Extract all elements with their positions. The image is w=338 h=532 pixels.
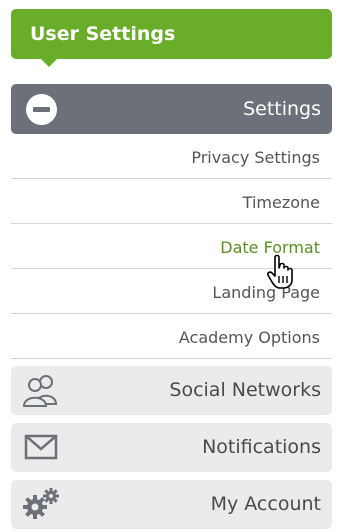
settings-section-toggle[interactable]: Settings <box>11 84 332 134</box>
section-label-social-networks: Social Networks <box>169 379 321 401</box>
settings-submenu: Privacy Settings Timezone Date Format La… <box>11 134 332 359</box>
header-title: User Settings <box>30 23 176 45</box>
users-icon <box>22 373 60 407</box>
section-notifications[interactable]: Notifications <box>11 423 332 472</box>
envelope-icon <box>22 430 60 464</box>
section-my-account[interactable]: My Account <box>11 480 332 529</box>
submenu-item-privacy-settings[interactable]: Privacy Settings <box>11 134 332 179</box>
user-settings-header: User Settings <box>11 9 332 59</box>
header-pointer <box>40 58 58 67</box>
section-label-notifications: Notifications <box>202 436 321 458</box>
settings-label: Settings <box>243 98 321 120</box>
collapse-minus-icon[interactable] <box>26 94 57 125</box>
section-label-my-account: My Account <box>210 493 321 515</box>
hand-pointer-cursor-icon <box>267 254 293 289</box>
section-social-networks[interactable]: Social Networks <box>11 366 332 415</box>
gears-icon <box>22 487 60 521</box>
submenu-item-timezone[interactable]: Timezone <box>11 179 332 224</box>
submenu-item-academy-options[interactable]: Academy Options <box>11 314 332 359</box>
